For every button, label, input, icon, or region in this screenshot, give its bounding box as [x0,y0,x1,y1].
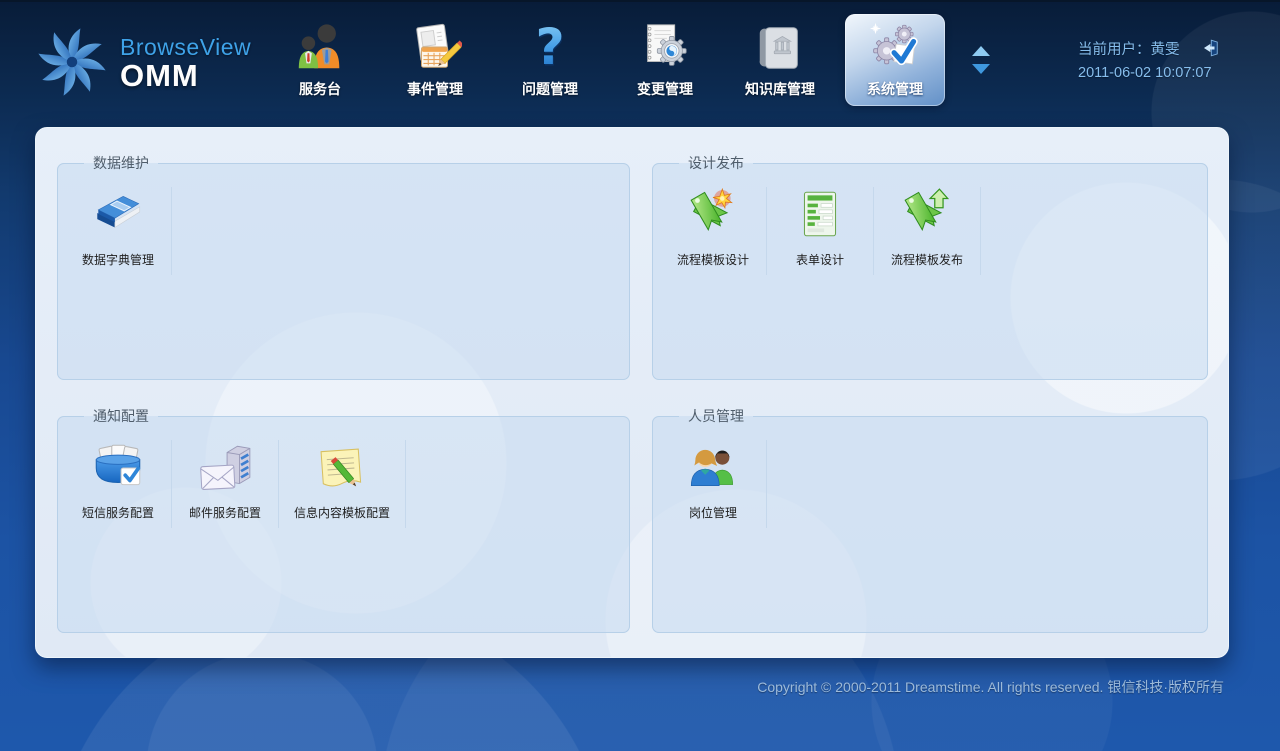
brand-name: BrowseView [120,34,251,61]
panel-data-maintenance: 数据维护 数据字典管理 [57,153,630,380]
item-divider [278,440,279,528]
shortcut-label: 邮件服务配置 [189,504,261,521]
nav-item-system-management[interactable]: 系统管理 [845,14,945,106]
shortcut-label: 岗位管理 [689,504,737,521]
pinwheel-logo-icon [30,20,114,104]
nav-scroll-up-icon[interactable] [972,46,990,56]
shortcut-label: 信息内容模板配置 [294,504,390,521]
shortcut-position-management[interactable]: 岗位管理 [667,438,759,521]
shortcut-label: 数据字典管理 [82,251,154,268]
shortcut-label: 表单设计 [796,251,844,268]
brand-text: BrowseView OMM [120,34,251,91]
system-management-icon [867,20,923,76]
application-window: BrowseView OMM 服务台 [0,0,1280,751]
shortcut-message-template-config[interactable]: 信息内容模板配置 [286,438,398,521]
brand-product: OMM [120,61,251,91]
logout-icon[interactable] [1198,37,1220,59]
problem-management-icon: ? ? [522,20,578,76]
nav-label: 服务台 [299,79,341,99]
nav-label: 知识库管理 [745,79,815,99]
item-divider [766,187,767,275]
incident-management-icon [407,20,463,76]
nav-item-knowledge-base[interactable]: 知识库管理 [730,14,830,106]
shortcut-data-dictionary[interactable]: 数据字典管理 [72,185,164,268]
shortcut-process-template-publish[interactable]: 流程模板发布 [881,185,973,268]
change-management-icon [637,20,693,76]
process-template-publish-icon [898,185,956,243]
shortcut-sms-service-config[interactable]: 短信服务配置 [72,438,164,521]
shortcut-form-design[interactable]: 表单设计 [774,185,866,268]
knowledge-base-icon [752,20,808,76]
service-desk-icon [292,20,348,76]
panel-title: 人员管理 [679,406,753,426]
message-template-icon [313,438,371,496]
nav-item-service-desk[interactable]: 服务台 [270,14,370,106]
form-design-icon [791,185,849,243]
nav-scroll-down-icon[interactable] [972,64,990,74]
panel-notification-config: 通知配置 [57,406,630,633]
nav-item-problem-management[interactable]: ? ? 问题管理 [500,14,600,106]
nav-scroller [972,46,990,74]
sms-service-icon [89,438,147,496]
current-datetime: 2011-06-02 10:07:07 [1078,65,1220,81]
panel-title: 数据维护 [84,153,158,173]
panel-design-publish: 设计发布 [652,153,1208,380]
item-divider [873,187,874,275]
nav-label: 系统管理 [867,79,923,99]
nav-label: 变更管理 [637,79,693,99]
panel-title: 通知配置 [84,406,158,426]
email-service-icon [196,438,254,496]
nav-item-incident-management[interactable]: 事件管理 [385,14,485,106]
nav-item-change-management[interactable]: 变更管理 [615,14,715,106]
item-divider [405,440,406,528]
shortcut-label: 流程模板发布 [891,251,963,268]
app-logo: BrowseView OMM [30,20,251,104]
shortcut-email-service-config[interactable]: 邮件服务配置 [179,438,271,521]
shortcut-label: 流程模板设计 [677,251,749,268]
nav-label: 问题管理 [522,79,578,99]
item-divider [766,440,767,528]
user-info: 当前用户：黄雯 2011-06-02 10:07:07 [1078,37,1220,81]
main-nav: 服务台 [270,14,945,106]
current-user-label: 当前用户：黄雯 [1078,38,1180,59]
panel-title: 设计发布 [679,153,753,173]
process-template-design-icon [684,185,742,243]
shortcut-label: 短信服务配置 [82,504,154,521]
position-management-icon [684,438,742,496]
data-dictionary-icon [89,185,147,243]
item-divider [980,187,981,275]
footer-copyright: Copyright © 2000-2011 Dreamstime. All ri… [757,677,1224,697]
main-content: 数据维护 数据字典管理 设计发布 [35,127,1229,658]
svg-text:?: ? [535,21,564,75]
item-divider [171,440,172,528]
item-divider [171,187,172,275]
nav-label: 事件管理 [407,79,463,99]
shortcut-process-template-design[interactable]: 流程模板设计 [667,185,759,268]
panel-personnel-management: 人员管理 岗位管理 [652,406,1208,633]
